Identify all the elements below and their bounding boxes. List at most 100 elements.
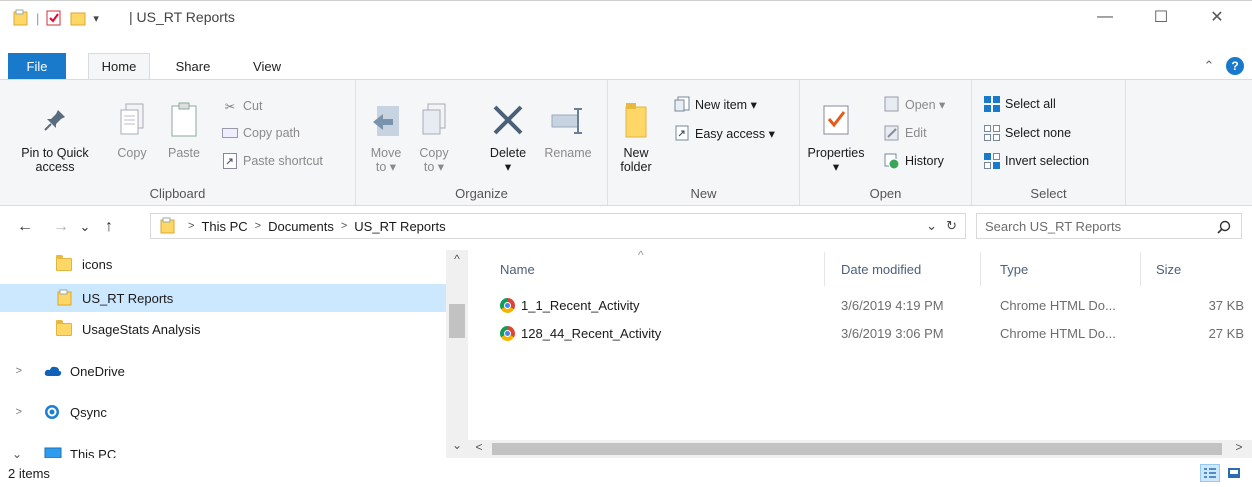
nav-item-usagestats-analysis[interactable]: UsageStats Analysis [0,315,446,343]
select-all-button[interactable]: Select all [984,94,1056,114]
scroll-down-button[interactable]: ⌄ [450,438,464,452]
file-row[interactable]: 1_1_Recent_Activity 3/6/2019 4:19 PM Chr… [468,293,1252,317]
breadcrumb-separator: > [340,220,348,232]
onedrive-cloud-icon [44,366,62,376]
scroll-thumb[interactable] [449,304,465,338]
nav-item-us-rt-reports[interactable]: US_RT Reports [0,284,446,312]
delete-button[interactable]: Delete ▾ [482,100,534,174]
help-icon[interactable]: ? [1226,57,1244,75]
up-button[interactable]: ↑ [98,215,120,239]
column-header-size[interactable]: Size [1156,250,1181,288]
properties-button[interactable]: Properties ▾ [806,100,866,174]
tab-view[interactable]: View [244,53,290,79]
details-view-icon [1204,468,1216,478]
select-group: Select all Select none Invert selection … [972,80,1126,205]
customize-qat-button[interactable]: ▾ [93,12,99,25]
copy-to-icon [416,100,452,140]
paste-shortcut-button[interactable]: Paste shortcut [222,151,323,171]
refresh-button[interactable]: ↻ [946,218,957,234]
qsync-icon [45,405,59,419]
recent-locations-button[interactable]: ⌄ [74,215,96,239]
nav-item-icons[interactable]: icons [0,250,446,278]
horizontal-scroll-thumb[interactable] [492,443,1222,455]
navigation-bar: ← → ⌄ ↑ > This PC > Documents > US_RT Re… [0,211,1252,243]
collapse-chevron-icon[interactable]: ⌄ [0,447,22,458]
column-header-date-modified[interactable]: Date modified [841,250,921,288]
ribbon-tabs: File Home Share View ⌃ ? [0,53,1252,79]
expand-chevron-icon[interactable]: > [0,406,22,418]
organize-group: Move to ▾ Copy to ▾ Delete ▾ Rename Orga… [356,80,608,205]
nav-item-onedrive[interactable]: > OneDrive [0,357,446,385]
scroll-right-button[interactable]: > [1232,440,1246,458]
edit-button[interactable]: Edit [884,123,927,143]
copy-button[interactable]: Copy [112,100,152,160]
column-divider[interactable] [1140,252,1141,286]
file-row[interactable]: 128_44_Recent_Activity 3/6/2019 3:06 PM … [468,321,1252,345]
select-none-icon [984,125,1000,141]
new-item-button[interactable]: New item ▾ [674,94,757,114]
new-folder-button[interactable]: New folder [614,100,658,174]
rename-button[interactable]: Rename [540,100,596,160]
file-name-cell: 1_1_Recent_Activity [500,293,640,317]
open-group: Properties ▾ Open ▾ Edit History Open [800,80,972,205]
collapse-ribbon-button[interactable]: ⌃ [1200,57,1218,75]
paste-button[interactable]: Paste [164,100,204,160]
copy-to-button[interactable]: Copy to ▾ [414,100,454,174]
folder-properties-icon[interactable] [12,9,30,27]
address-bar[interactable]: > This PC > Documents > US_RT Reports ⌄ … [150,213,966,239]
nav-item-qsync[interactable]: > Qsync [0,398,446,426]
tab-share[interactable]: Share [168,53,218,79]
select-group-label: Select [1030,186,1067,201]
open-button[interactable]: Open ▾ [884,94,945,114]
chrome-html-file-icon [500,297,515,313]
tab-home[interactable]: Home [88,53,150,79]
clipboard-group-label: Clipboard [149,186,206,201]
close-button[interactable]: ✕ [1194,1,1240,33]
file-size-cell: 37 KB [1208,297,1244,313]
minimize-button[interactable]: — [1082,1,1128,33]
clipboard-icon [166,100,202,140]
maximize-button[interactable]: ☐ [1138,1,1184,33]
properties-check-icon[interactable] [45,9,63,27]
status-bar: 2 items [0,458,1252,487]
tab-file[interactable]: File [8,53,66,79]
column-divider[interactable] [824,252,825,286]
file-list-horizontal-scrollbar[interactable]: < > [468,440,1252,458]
breadcrumb-this-pc[interactable]: This PC [201,219,247,234]
navigation-pane-scrollbar[interactable]: ^ ⌄ [446,250,468,458]
move-to-button[interactable]: Move to ▾ [366,100,406,174]
large-icons-view-button[interactable] [1224,464,1244,482]
invert-selection-icon [984,153,1000,169]
pin-to-quick-access-button[interactable]: Pin to Quick access [18,100,92,174]
breadcrumb-documents[interactable]: Documents [268,219,334,234]
file-size-cell: 27 KB [1208,325,1244,341]
copy-path-button[interactable]: Copy path [222,123,300,143]
file-type-cell: Chrome HTML Do... [1000,297,1116,313]
back-button[interactable]: ← [14,215,36,239]
scroll-up-button[interactable]: ^ [450,252,464,266]
easy-access-button[interactable]: Easy access ▾ [674,123,775,143]
copy-icon [114,100,150,140]
new-folder-icon[interactable] [69,9,87,27]
nav-item-this-pc[interactable]: ⌄ This PC [0,440,446,458]
scroll-left-button[interactable]: < [472,440,486,458]
search-input[interactable]: Search US_RT Reports [976,213,1242,239]
breadcrumb-current-folder[interactable]: US_RT Reports [354,219,445,234]
expand-chevron-icon[interactable]: > [0,365,22,377]
cut-button[interactable]: ✂ Cut [222,96,263,116]
file-type-cell: Chrome HTML Do... [1000,325,1116,341]
address-dropdown-button[interactable]: ⌄ [926,218,937,234]
rename-icon [550,100,586,140]
invert-selection-button[interactable]: Invert selection [984,151,1089,171]
select-all-icon [984,96,1000,112]
search-icon[interactable] [1217,220,1231,234]
quick-access-toolbar: | ▾ [12,9,99,27]
column-header-type[interactable]: Type [1000,250,1028,288]
details-view-button[interactable] [1200,464,1220,482]
select-none-button[interactable]: Select none [984,123,1071,143]
window-title: | US_RT Reports [129,9,235,25]
column-divider[interactable] [980,252,981,286]
column-header-name[interactable]: Name [500,250,535,288]
history-button[interactable]: History [884,151,944,171]
forward-button[interactable]: → [50,215,72,239]
